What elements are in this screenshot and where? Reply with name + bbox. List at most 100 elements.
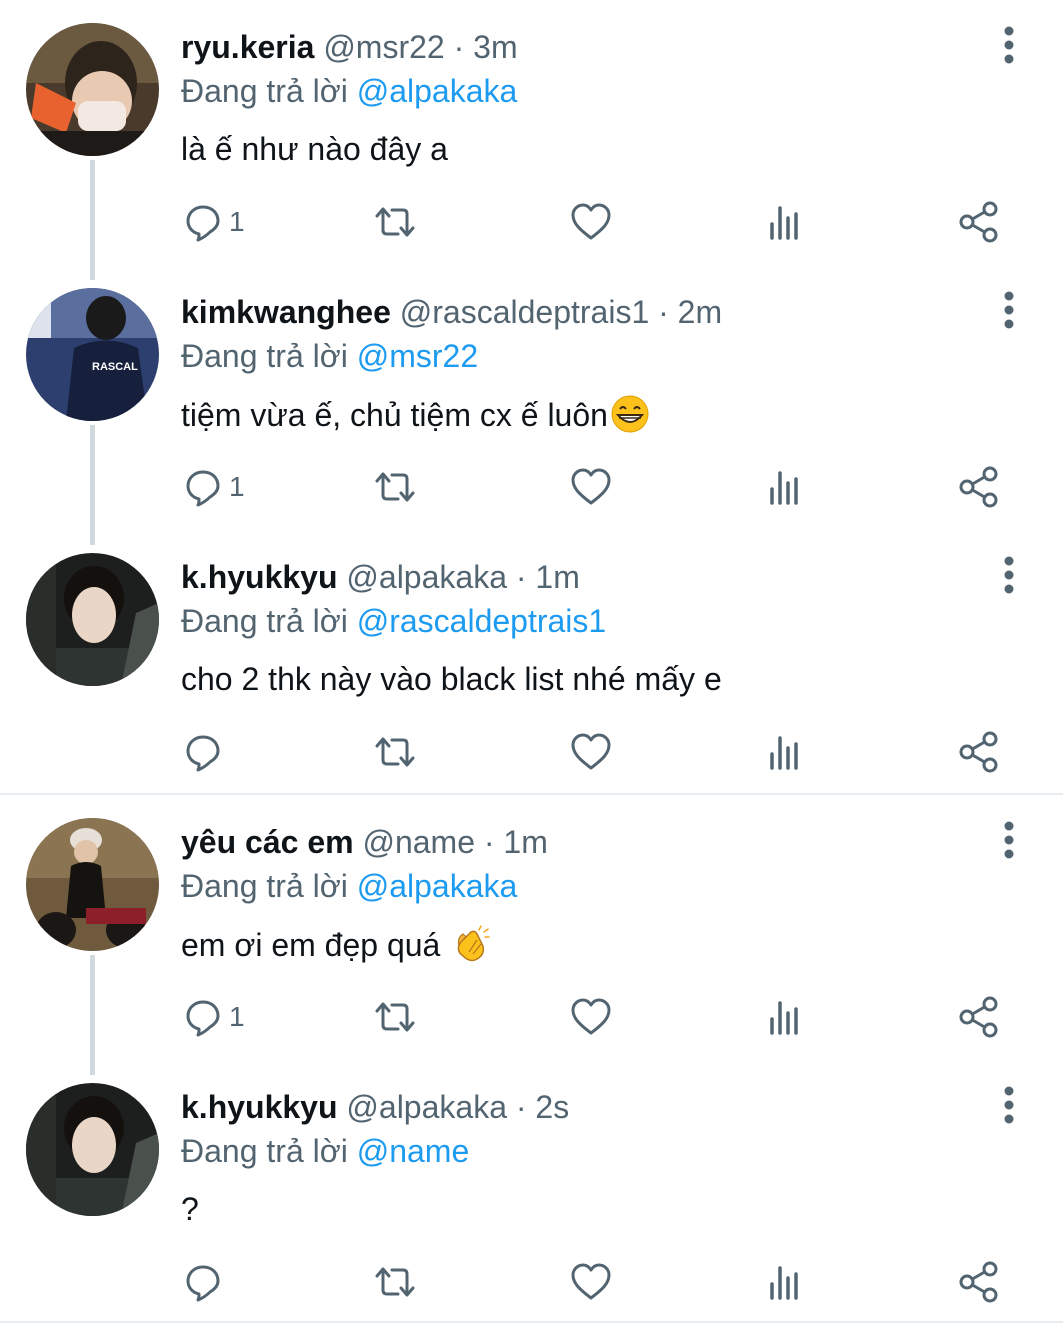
user-avatar[interactable]: RASCAL: [26, 288, 159, 421]
share-button[interactable]: [957, 1257, 1001, 1307]
dot-separator: ·: [515, 1089, 536, 1125]
display-name[interactable]: yêu các em: [181, 824, 354, 860]
share-button[interactable]: [957, 462, 1001, 512]
analytics-icon: [770, 206, 798, 240]
tweet-item[interactable]: k.hyukkyu @alpakaka · 2s Đang trả lời @n…: [0, 1060, 1063, 1325]
retweet-button[interactable]: [373, 1257, 417, 1307]
reply-mention[interactable]: @name: [357, 1133, 470, 1169]
reply-prefix: Đang trả lời: [181, 868, 348, 904]
more-options-icon[interactable]: [989, 1085, 1029, 1125]
tweet-text: là ế như nào đây a: [181, 131, 448, 167]
like-button[interactable]: [569, 727, 613, 777]
retweet-button[interactable]: [373, 462, 417, 512]
user-handle[interactable]: @rascaldeptrais1: [400, 294, 649, 330]
like-icon: [571, 203, 611, 240]
tweet-actions: 1: [181, 462, 1011, 512]
user-avatar[interactable]: [26, 553, 159, 686]
user-avatar[interactable]: [26, 1083, 159, 1216]
display-name[interactable]: ryu.keria: [181, 29, 314, 65]
like-icon: [571, 1263, 611, 1300]
tweet-time[interactable]: 2s: [535, 1089, 569, 1125]
clapping-hands-emoji: [451, 924, 491, 964]
more-options-icon[interactable]: [989, 290, 1029, 330]
retweet-button[interactable]: [373, 992, 417, 1042]
share-button[interactable]: [957, 197, 1001, 247]
reply-button[interactable]: [181, 1257, 229, 1307]
like-button[interactable]: [569, 992, 613, 1042]
more-options-icon[interactable]: [989, 820, 1029, 860]
replying-to: Đang trả lời @alpakaka: [181, 866, 517, 906]
retweet-icon: [375, 737, 415, 767]
retweet-button[interactable]: [373, 197, 417, 247]
tweet-text: ?: [181, 1191, 199, 1227]
tweet-actions: [181, 727, 1011, 777]
tweet-header: kimkwanghee @rascaldeptrais1 · 2m: [181, 292, 722, 332]
reply-count: 1: [229, 471, 245, 502]
more-options-icon[interactable]: [989, 555, 1029, 595]
reply-button[interactable]: 1: [181, 462, 245, 512]
user-avatar[interactable]: [26, 818, 159, 951]
tweet-header: k.hyukkyu @alpakaka · 1m: [181, 557, 580, 597]
dot-separator: ·: [515, 559, 536, 595]
tweet-header: ryu.keria @msr22 · 3m: [181, 27, 518, 67]
like-button[interactable]: [569, 1257, 613, 1307]
tweet-text-line: em ơi em đẹp quá: [181, 924, 491, 965]
reply-prefix: Đang trả lời: [181, 338, 348, 374]
tweet-time[interactable]: 3m: [473, 29, 517, 65]
reply-icon: [186, 470, 220, 507]
tweet-time[interactable]: 1m: [503, 824, 547, 860]
display-name[interactable]: k.hyukkyu: [181, 559, 338, 595]
reply-button[interactable]: [181, 727, 229, 777]
user-handle[interactable]: @name: [362, 824, 475, 860]
analytics-icon: [770, 471, 798, 505]
display-name[interactable]: k.hyukkyu: [181, 1089, 338, 1125]
reply-icon: [186, 1265, 220, 1302]
reply-mention[interactable]: @rascaldeptrais1: [357, 603, 606, 639]
tweet-item[interactable]: RASCAL kimkwanghee @rascaldeptrais1 · 2m…: [0, 265, 1063, 530]
reply-icon: [186, 735, 220, 772]
tweet-text-line: tiệm vừa ế, chủ tiệm cx ế luôn: [181, 394, 650, 435]
analytics-button[interactable]: [763, 1257, 807, 1307]
tweet-time[interactable]: 2m: [678, 294, 722, 330]
tweet-actions: 1: [181, 197, 1011, 247]
tweet-item[interactable]: ryu.keria @msr22 · 3m Đang trả lời @alpa…: [0, 0, 1063, 265]
reply-button[interactable]: 1: [181, 992, 245, 1042]
like-icon: [571, 998, 611, 1035]
reply-mention[interactable]: @msr22: [357, 338, 478, 374]
like-button[interactable]: [569, 197, 613, 247]
share-button[interactable]: [957, 727, 1001, 777]
analytics-button[interactable]: [763, 727, 807, 777]
tweet-header: yêu các em @name · 1m: [181, 822, 548, 862]
tweet-header: k.hyukkyu @alpakaka · 2s: [181, 1087, 569, 1127]
analytics-button[interactable]: [763, 462, 807, 512]
tweet-item[interactable]: yêu các em @name · 1m Đang trả lời @alpa…: [0, 795, 1063, 1060]
analytics-icon: [770, 1266, 798, 1300]
share-button[interactable]: [957, 992, 1001, 1042]
tweet-time[interactable]: 1m: [535, 559, 579, 595]
replying-to: Đang trả lời @alpakaka: [181, 71, 517, 111]
retweet-icon: [375, 207, 415, 237]
tweet-item[interactable]: k.hyukkyu @alpakaka · 1m Đang trả lời @r…: [0, 530, 1063, 795]
analytics-icon: [770, 736, 798, 770]
analytics-button[interactable]: [763, 197, 807, 247]
share-icon: [959, 1261, 998, 1303]
reply-prefix: Đang trả lời: [181, 603, 348, 639]
replying-to: Đang trả lời @rascaldeptrais1: [181, 601, 606, 641]
display-name[interactable]: kimkwanghee: [181, 294, 391, 330]
tweet-text: cho 2 thk này vào black list nhé mấy e: [181, 661, 722, 697]
tweet-text: tiệm vừa ế, chủ tiệm cx ế luôn: [181, 397, 608, 433]
reply-count: 1: [229, 1001, 245, 1032]
user-handle[interactable]: @alpakaka: [346, 559, 507, 595]
reply-mention[interactable]: @alpakaka: [357, 73, 518, 109]
analytics-button[interactable]: [763, 992, 807, 1042]
dot-separator: ·: [453, 29, 474, 65]
retweet-button[interactable]: [373, 727, 417, 777]
tweet-actions: [181, 1257, 1011, 1307]
user-avatar[interactable]: [26, 23, 159, 156]
reply-mention[interactable]: @alpakaka: [357, 868, 518, 904]
user-handle[interactable]: @msr22: [323, 29, 444, 65]
user-handle[interactable]: @alpakaka: [346, 1089, 507, 1125]
like-button[interactable]: [569, 462, 613, 512]
reply-button[interactable]: 1: [181, 197, 245, 247]
more-options-icon[interactable]: [989, 25, 1029, 65]
